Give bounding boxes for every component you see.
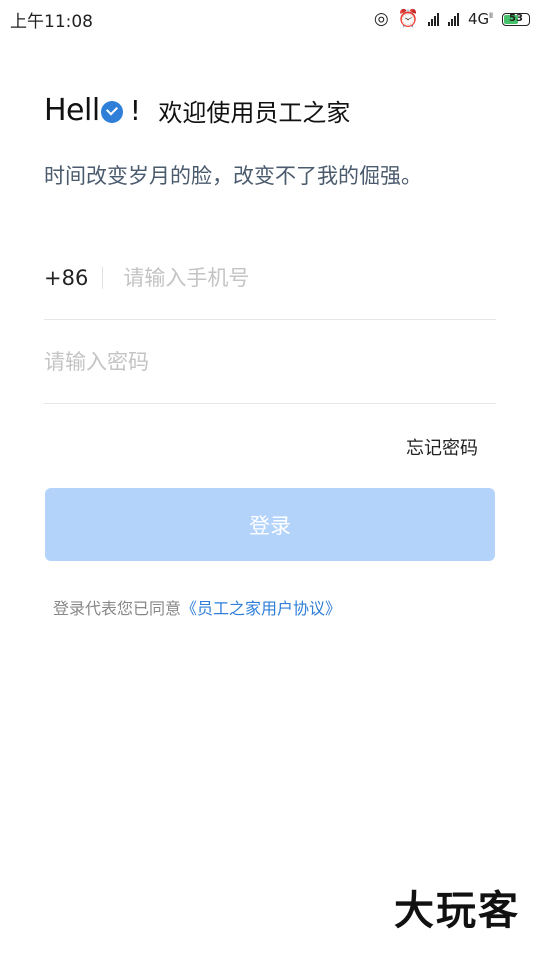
login-screen: 上午11:08 ◎ ⏰ 4Gll 53 Hell! 欢迎使用员工之家 时间改变岁… bbox=[0, 0, 540, 960]
signal-icon-2 bbox=[447, 12, 459, 26]
signal-icon bbox=[427, 12, 439, 26]
status-bar: 上午11:08 ◎ ⏰ 4Gll 53 bbox=[0, 0, 540, 38]
phone-input[interactable] bbox=[123, 265, 496, 290]
forgot-password-link[interactable]: 忘记密码 bbox=[406, 434, 478, 460]
agreement-text: 登录代表您已同意 《员工之家用户协议》 bbox=[53, 595, 341, 619]
hello-logo: Hell! bbox=[44, 92, 141, 128]
agreement-prefix: 登录代表您已同意 bbox=[53, 599, 182, 618]
hello-check-icon bbox=[100, 101, 123, 123]
hotspot-icon: ◎ bbox=[373, 9, 389, 29]
greeting-row: Hell! 欢迎使用员工之家 bbox=[44, 90, 350, 130]
phone-field-row: +86 bbox=[44, 236, 496, 320]
page-subtitle: 时间改变岁月的脸，改变不了我的倔强。 bbox=[44, 164, 422, 188]
password-field-row bbox=[44, 320, 496, 404]
battery-icon: 53 bbox=[502, 12, 530, 26]
watermark: 大玩客 bbox=[394, 888, 520, 934]
status-icons: ◎ ⏰ 4Gll 53 bbox=[374, 9, 530, 29]
password-input[interactable] bbox=[44, 349, 496, 374]
login-button[interactable]: 登录 bbox=[45, 488, 495, 561]
hello-text: Hell bbox=[44, 92, 100, 128]
alarm-icon: ⏰ bbox=[397, 9, 419, 29]
country-code[interactable]: +86 bbox=[44, 266, 88, 290]
user-agreement-link[interactable]: 《员工之家用户协议》 bbox=[181, 595, 341, 619]
battery-level: 53 bbox=[509, 12, 523, 24]
hello-exclamation: ! bbox=[129, 93, 141, 127]
status-time: 上午11:08 bbox=[10, 11, 93, 32]
page-title: 欢迎使用员工之家 bbox=[158, 98, 351, 127]
field-divider bbox=[102, 266, 104, 289]
network-type: 4Gll bbox=[467, 10, 493, 28]
